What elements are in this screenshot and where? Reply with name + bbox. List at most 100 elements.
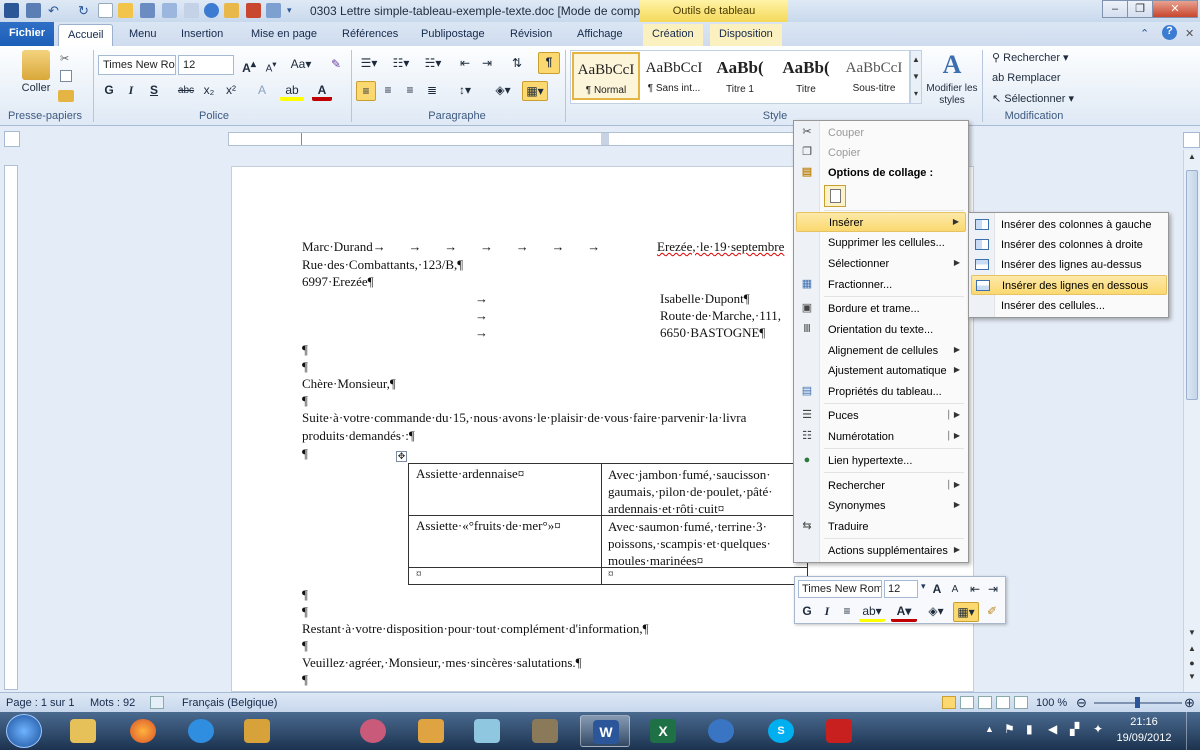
menu-item-cut[interactable]: ✂ Couper [796, 123, 966, 143]
tab-fichier[interactable]: Fichier [0, 22, 54, 46]
insert-rows-below[interactable]: Insérer des lignes en dessous [971, 275, 1167, 295]
picture-icon[interactable] [224, 3, 239, 18]
menu-item-insert[interactable]: Insérer ▶ [796, 212, 966, 232]
web-layout-icon[interactable] [978, 696, 992, 709]
menu-item-more-actions[interactable]: Actions supplémentaires ▶ [796, 541, 966, 561]
skype-taskbar-icon[interactable]: S [756, 715, 806, 747]
mini-center-icon[interactable]: ≡ [839, 602, 855, 622]
font-name-combo[interactable]: Times New Ro [98, 55, 176, 75]
mini-borders-icon[interactable]: ▦▾ [953, 602, 979, 622]
table-cell[interactable]: ¤ [408, 567, 602, 585]
tab-creation[interactable]: Création [643, 24, 703, 46]
styles-gallery-scroll[interactable]: ▲ ▼ ▾ [910, 50, 922, 104]
tab-accueil[interactable]: Accueil [58, 24, 114, 46]
paste-button[interactable]: Coller [20, 82, 52, 94]
new-document-icon[interactable] [98, 3, 113, 18]
mini-grow-font-icon[interactable]: A [929, 580, 945, 600]
restore-button[interactable]: ❐ [1127, 0, 1153, 18]
network-icon[interactable]: ▮ [1026, 722, 1033, 736]
zoom-slider-thumb[interactable] [1135, 697, 1140, 708]
table-cell[interactable]: Assiette·«°fruits·de·mer°»¤ [408, 515, 602, 568]
view-ruler-icon[interactable] [1183, 132, 1200, 148]
clock-date[interactable]: 19/09/2012 [1112, 732, 1176, 744]
gimp-taskbar-icon[interactable] [520, 715, 570, 747]
zoom-out-icon[interactable]: ⊖ [1076, 695, 1087, 711]
align-left-icon[interactable]: ≡ [356, 81, 376, 101]
print-preview-icon[interactable] [162, 3, 177, 18]
text-effects-icon[interactable]: A [252, 81, 272, 101]
style-normal[interactable]: AaBbCcI ¶ Normal [572, 52, 640, 100]
sort-icon[interactable]: ⇅ [508, 54, 526, 74]
save-icon[interactable] [26, 3, 41, 18]
acrobat-taskbar-icon[interactable] [814, 715, 864, 747]
mini-shrink-font-icon[interactable]: A [947, 580, 963, 600]
select-button[interactable]: ↖ Sélectionner ▾ [992, 92, 1074, 105]
word-taskbar-icon[interactable]: W [580, 715, 630, 747]
bullets-icon[interactable]: ☰▾ [356, 54, 382, 74]
mini-format-painter-icon[interactable]: ✐ [983, 602, 1001, 622]
language-status[interactable]: Français (Belgique) [182, 697, 277, 709]
vertical-scrollbar[interactable]: ▲ ▼ ▲ ● ▼ [1183, 150, 1200, 692]
tab-references[interactable]: Références [333, 24, 407, 46]
undo-icon[interactable]: ↶ [48, 3, 63, 18]
mini-bold-button[interactable]: G [799, 602, 815, 622]
tab-disposition[interactable]: Disposition [710, 24, 782, 46]
minimize-button[interactable]: – [1102, 0, 1128, 18]
scroll-down-icon[interactable]: ▼ [1185, 628, 1199, 642]
font-color-icon[interactable]: A [312, 81, 332, 101]
borders-icon[interactable]: ▦▾ [522, 81, 548, 101]
menu-item-bullets[interactable]: ☰ Puces │ ▶ [796, 406, 966, 426]
help-icon[interactable]: ? [1162, 25, 1177, 40]
table-cell[interactable]: Avec·saumon·fumé,·terrine·3· poissons,·s… [601, 515, 808, 568]
replace-button[interactable]: ab Remplacer [992, 72, 1060, 84]
mini-font-color-icon[interactable]: A▾ [891, 602, 917, 622]
change-styles-icon[interactable]: A [938, 50, 966, 80]
paste-keep-formatting-button[interactable] [824, 185, 846, 207]
font-size-combo[interactable]: 12 [178, 55, 234, 75]
highlight-color-icon[interactable]: ab [280, 81, 304, 101]
table-move-handle-icon[interactable]: ✥ [396, 451, 407, 462]
clock-time[interactable]: 21:16 [1118, 716, 1170, 728]
tab-publipostage[interactable]: Publipostage [412, 24, 494, 46]
tab-mise-en-page[interactable]: Mise en page [242, 24, 326, 46]
style-titre-1[interactable]: AaBb(Titre 1 [706, 52, 774, 100]
strikethrough-button[interactable]: abc [174, 81, 198, 101]
open-folder-icon[interactable] [118, 3, 133, 18]
mini-font-name[interactable]: Times New Rom [798, 580, 882, 598]
customize-quick-access-icon[interactable]: ▾ [287, 3, 302, 18]
paste-icon[interactable] [22, 50, 50, 80]
email-icon[interactable] [266, 3, 281, 18]
tray-app-icon[interactable]: ✦ [1093, 722, 1103, 736]
volume-icon[interactable]: ◀ [1048, 722, 1057, 736]
flag-icon[interactable]: ⚑ [1004, 722, 1015, 736]
full-screen-reading-icon[interactable] [960, 696, 974, 709]
firefox-taskbar-icon[interactable] [118, 715, 168, 747]
table-cell[interactable]: Avec·jambon·fumé,·saucisson· gaumais,·pi… [601, 463, 808, 516]
shrink-font-button[interactable]: A▾ [262, 55, 280, 75]
change-styles-button[interactable]: Modifier les styles [926, 83, 978, 107]
outline-icon[interactable] [996, 696, 1010, 709]
menu-item-autofit[interactable]: Ajustement automatique ▶ [796, 361, 966, 381]
redo-icon[interactable]: ↻ [78, 3, 93, 18]
menu-item-text-direction[interactable]: Ⅲ Orientation du texte... [796, 320, 966, 340]
page-count[interactable]: Page : 1 sur 1 [6, 697, 75, 709]
menu-item-split[interactable]: ▦ Fractionner... [796, 275, 966, 295]
thunderbird-taskbar-icon[interactable] [696, 715, 746, 747]
scroll-thumb[interactable] [1186, 170, 1198, 400]
media-taskbar-icon[interactable] [232, 715, 282, 747]
proofing-icon[interactable] [150, 696, 164, 709]
menu-item-copy[interactable]: ❐ Copier [796, 143, 966, 163]
align-center-icon[interactable]: ≡ [378, 81, 398, 101]
insert-columns-right[interactable]: Insérer des colonnes à droite [971, 235, 1167, 255]
mini-italic-button[interactable]: I [819, 602, 835, 622]
insert-cells[interactable]: Insérer des cellules... [971, 296, 1167, 316]
subscript-button[interactable]: x₂ [200, 81, 218, 101]
product-table[interactable]: Assiette·ardennaise¤ Avec·jambon·fumé,·s… [408, 463, 808, 586]
table-cell[interactable]: ¤ [601, 567, 808, 585]
vertical-ruler[interactable] [4, 165, 18, 690]
copy-icon[interactable] [60, 70, 72, 82]
column-marker[interactable] [601, 133, 609, 145]
menu-item-numbering[interactable]: ☷ Numérotation │ ▶ [796, 427, 966, 447]
notes-taskbar-icon[interactable] [462, 715, 512, 747]
browse-object-icon[interactable]: ● [1185, 658, 1199, 672]
